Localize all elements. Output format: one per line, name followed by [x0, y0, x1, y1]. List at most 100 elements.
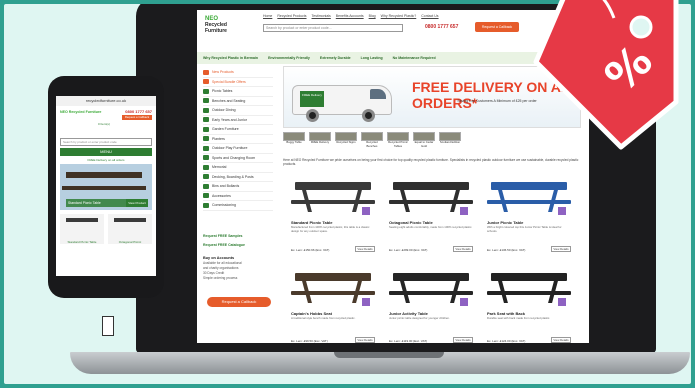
menu-item-label: Outdoor Dining — [212, 108, 236, 113]
menu-item[interactable]: Decking, Boarding & Posts — [203, 173, 273, 182]
menu-item[interactable]: New Products — [203, 68, 273, 78]
menu-item[interactable]: Commissioning — [203, 201, 273, 211]
category-icon — [203, 136, 209, 142]
thumb-label: Recycled Picnic Tables — [388, 140, 408, 148]
phone-menu-button[interactable]: MENU — [60, 148, 152, 156]
product-image[interactable] — [485, 267, 571, 307]
badge-icon — [102, 316, 114, 336]
product-desc: Manufactured from 100% recycled plastic,… — [291, 225, 370, 233]
topnav-link[interactable]: Contact Us — [421, 14, 438, 18]
accounts-line: Simple ordering process — [203, 276, 238, 280]
menu-item[interactable]: Benches and Seating — [203, 97, 273, 106]
phone-basket[interactable]: 0 Item(s) — [98, 122, 110, 126]
phone-product-name: Octagonal Picnic — [118, 240, 142, 244]
category-thumb[interactable]: Recycled Signs — [335, 132, 357, 148]
search-input[interactable]: Search by product or enter product code.… — [263, 24, 403, 32]
category-thumb[interactable]: Buggy Table — [283, 132, 305, 148]
phone-logo[interactable]: NEO Recycled Furniture — [60, 110, 101, 114]
product-price: Ex. Lem: £299.00 (Exc. VAT) — [389, 248, 428, 252]
topnav-link[interactable]: Why Recycled Plastic? — [381, 14, 417, 18]
topnav-link[interactable]: Blog — [369, 14, 376, 18]
product-image[interactable] — [387, 176, 473, 216]
benefit-item: Environmentally Friendly — [268, 56, 310, 60]
topnav-link[interactable]: Home — [263, 14, 272, 18]
phone-product-card[interactable]: Octagonal Picnic — [108, 214, 152, 244]
topnav-link[interactable]: Testimonials — [312, 14, 331, 18]
category-icon — [203, 164, 209, 170]
sample-links: Request FREE Samples Request FREE Catalog… — [203, 234, 273, 252]
topnav-link[interactable]: Recycled Products — [277, 14, 306, 18]
van-badge: FREE Delivery — [300, 91, 324, 107]
phone-url-bar[interactable]: recycledfurniture.co.uk — [56, 96, 156, 106]
category-icon — [203, 145, 209, 151]
product-card[interactable]: Captain's Hobbs Seat A traditional style … — [287, 265, 379, 343]
benefit-item: No Maintenance Required — [392, 56, 436, 60]
product-price: Ex. Lem: £136.50 (Exc. VAT) — [487, 248, 526, 252]
category-thumb[interactable]: Recycled Benches — [361, 132, 383, 148]
product-card[interactable]: Octagonal Picnic Table Seating eight adul… — [385, 174, 477, 259]
view-details-button[interactable]: View Details — [453, 246, 473, 252]
category-icon — [203, 107, 209, 113]
view-details-button[interactable]: View Details — [551, 337, 571, 343]
benefit-item: Long Lasting — [360, 56, 383, 60]
view-details-button[interactable]: View Details — [355, 337, 375, 343]
product-desc: Junior picnic table designed for younger… — [389, 316, 450, 320]
product-grid: Standard Picnic Table Manufactured from 1… — [287, 174, 577, 343]
sample-link[interactable]: Request FREE Catalogue — [203, 243, 273, 252]
top-navigation: Home Recycled Products Testimonials Benefit… — [263, 14, 439, 18]
product-image[interactable] — [485, 176, 571, 216]
menu-item-label: Benches and Seating — [212, 98, 246, 103]
callback-button[interactable]: Request a Callback — [475, 22, 519, 32]
view-details-button[interactable]: View Details — [551, 246, 571, 252]
accounts-title: Buy on Accounts — [203, 256, 235, 260]
request-callback-button[interactable]: Request a Callback — [207, 297, 271, 307]
category-icon — [203, 79, 209, 85]
product-image[interactable] — [387, 267, 473, 307]
category-thumb[interactable]: Equal to Cedar Gold — [413, 132, 435, 148]
menu-item[interactable]: Outdoor Play Furniture — [203, 144, 273, 154]
view-details-button[interactable]: View Details — [355, 246, 375, 252]
table-seat — [487, 291, 571, 295]
product-image[interactable] — [289, 176, 375, 216]
menu-item[interactable]: Memorial — [203, 163, 273, 173]
product-desc: Seating eight adults comfortably, made f… — [389, 225, 473, 229]
menu-item[interactable]: Planters — [203, 135, 273, 144]
menu-item[interactable]: Picnic Tables — [203, 87, 273, 97]
view-details-button[interactable]: View Details — [453, 337, 473, 343]
phone-callback-button[interactable]: Request a Callback — [122, 115, 152, 120]
site-logo[interactable]: NEO Recycled Furniture — [205, 16, 241, 46]
product-badge-icon — [459, 297, 469, 307]
phone-product-card[interactable]: Standard Picnic Table — [60, 214, 104, 244]
thumb-label: Recycled Signs — [336, 140, 356, 144]
menu-item-label: Early Years and Junior — [212, 117, 248, 122]
product-card[interactable]: Standard Picnic Table Manufactured from 1… — [287, 174, 379, 259]
table-top — [295, 182, 371, 190]
category-thumb[interactable]: FREE Delivery — [309, 132, 331, 148]
product-card[interactable]: Junior Activity Table Junior picnic table… — [385, 265, 477, 343]
intro-text: Here at NEO Recycled Furniture we pride … — [283, 158, 579, 167]
menu-item[interactable]: Sports and Changing Room — [203, 154, 273, 163]
menu-item[interactable]: Bins and Bollards — [203, 182, 273, 192]
phone-hero-button[interactable]: View Product — [126, 199, 148, 207]
menu-item[interactable]: Special Bundle Offers — [203, 78, 273, 87]
topnav-link[interactable]: Benefits Accounts — [336, 14, 364, 18]
category-thumb[interactable]: Scotland Edition — [439, 132, 461, 148]
menu-item-label: Accessories — [212, 193, 231, 198]
discount-tag-icon: % — [533, 0, 679, 150]
product-image[interactable] — [289, 267, 375, 307]
category-thumb[interactable]: Recycled Picnic Tables — [387, 132, 409, 148]
product-card[interactable]: Park Seat with Back Durable seat with bac… — [483, 265, 575, 343]
menu-item[interactable]: Accessories — [203, 192, 273, 201]
benefit-item: Why Recycled Plastic in Bermain — [203, 56, 259, 60]
table-seat — [291, 291, 375, 295]
phone-hero[interactable]: Standard Picnic Table View Product — [60, 164, 152, 210]
phone-product-image — [66, 218, 98, 222]
product-card[interactable]: Junior Picnic Table With a bright coloure… — [483, 174, 575, 259]
menu-item[interactable]: Garden Furniture — [203, 125, 273, 135]
category-icon — [203, 69, 209, 75]
menu-item[interactable]: Early Years and Junior — [203, 116, 273, 125]
table-top — [491, 182, 567, 190]
phone-search-input[interactable]: Search by product or enter product code — [60, 138, 152, 146]
menu-item[interactable]: Outdoor Dining — [203, 106, 273, 116]
sample-link[interactable]: Request FREE Samples — [203, 234, 273, 243]
